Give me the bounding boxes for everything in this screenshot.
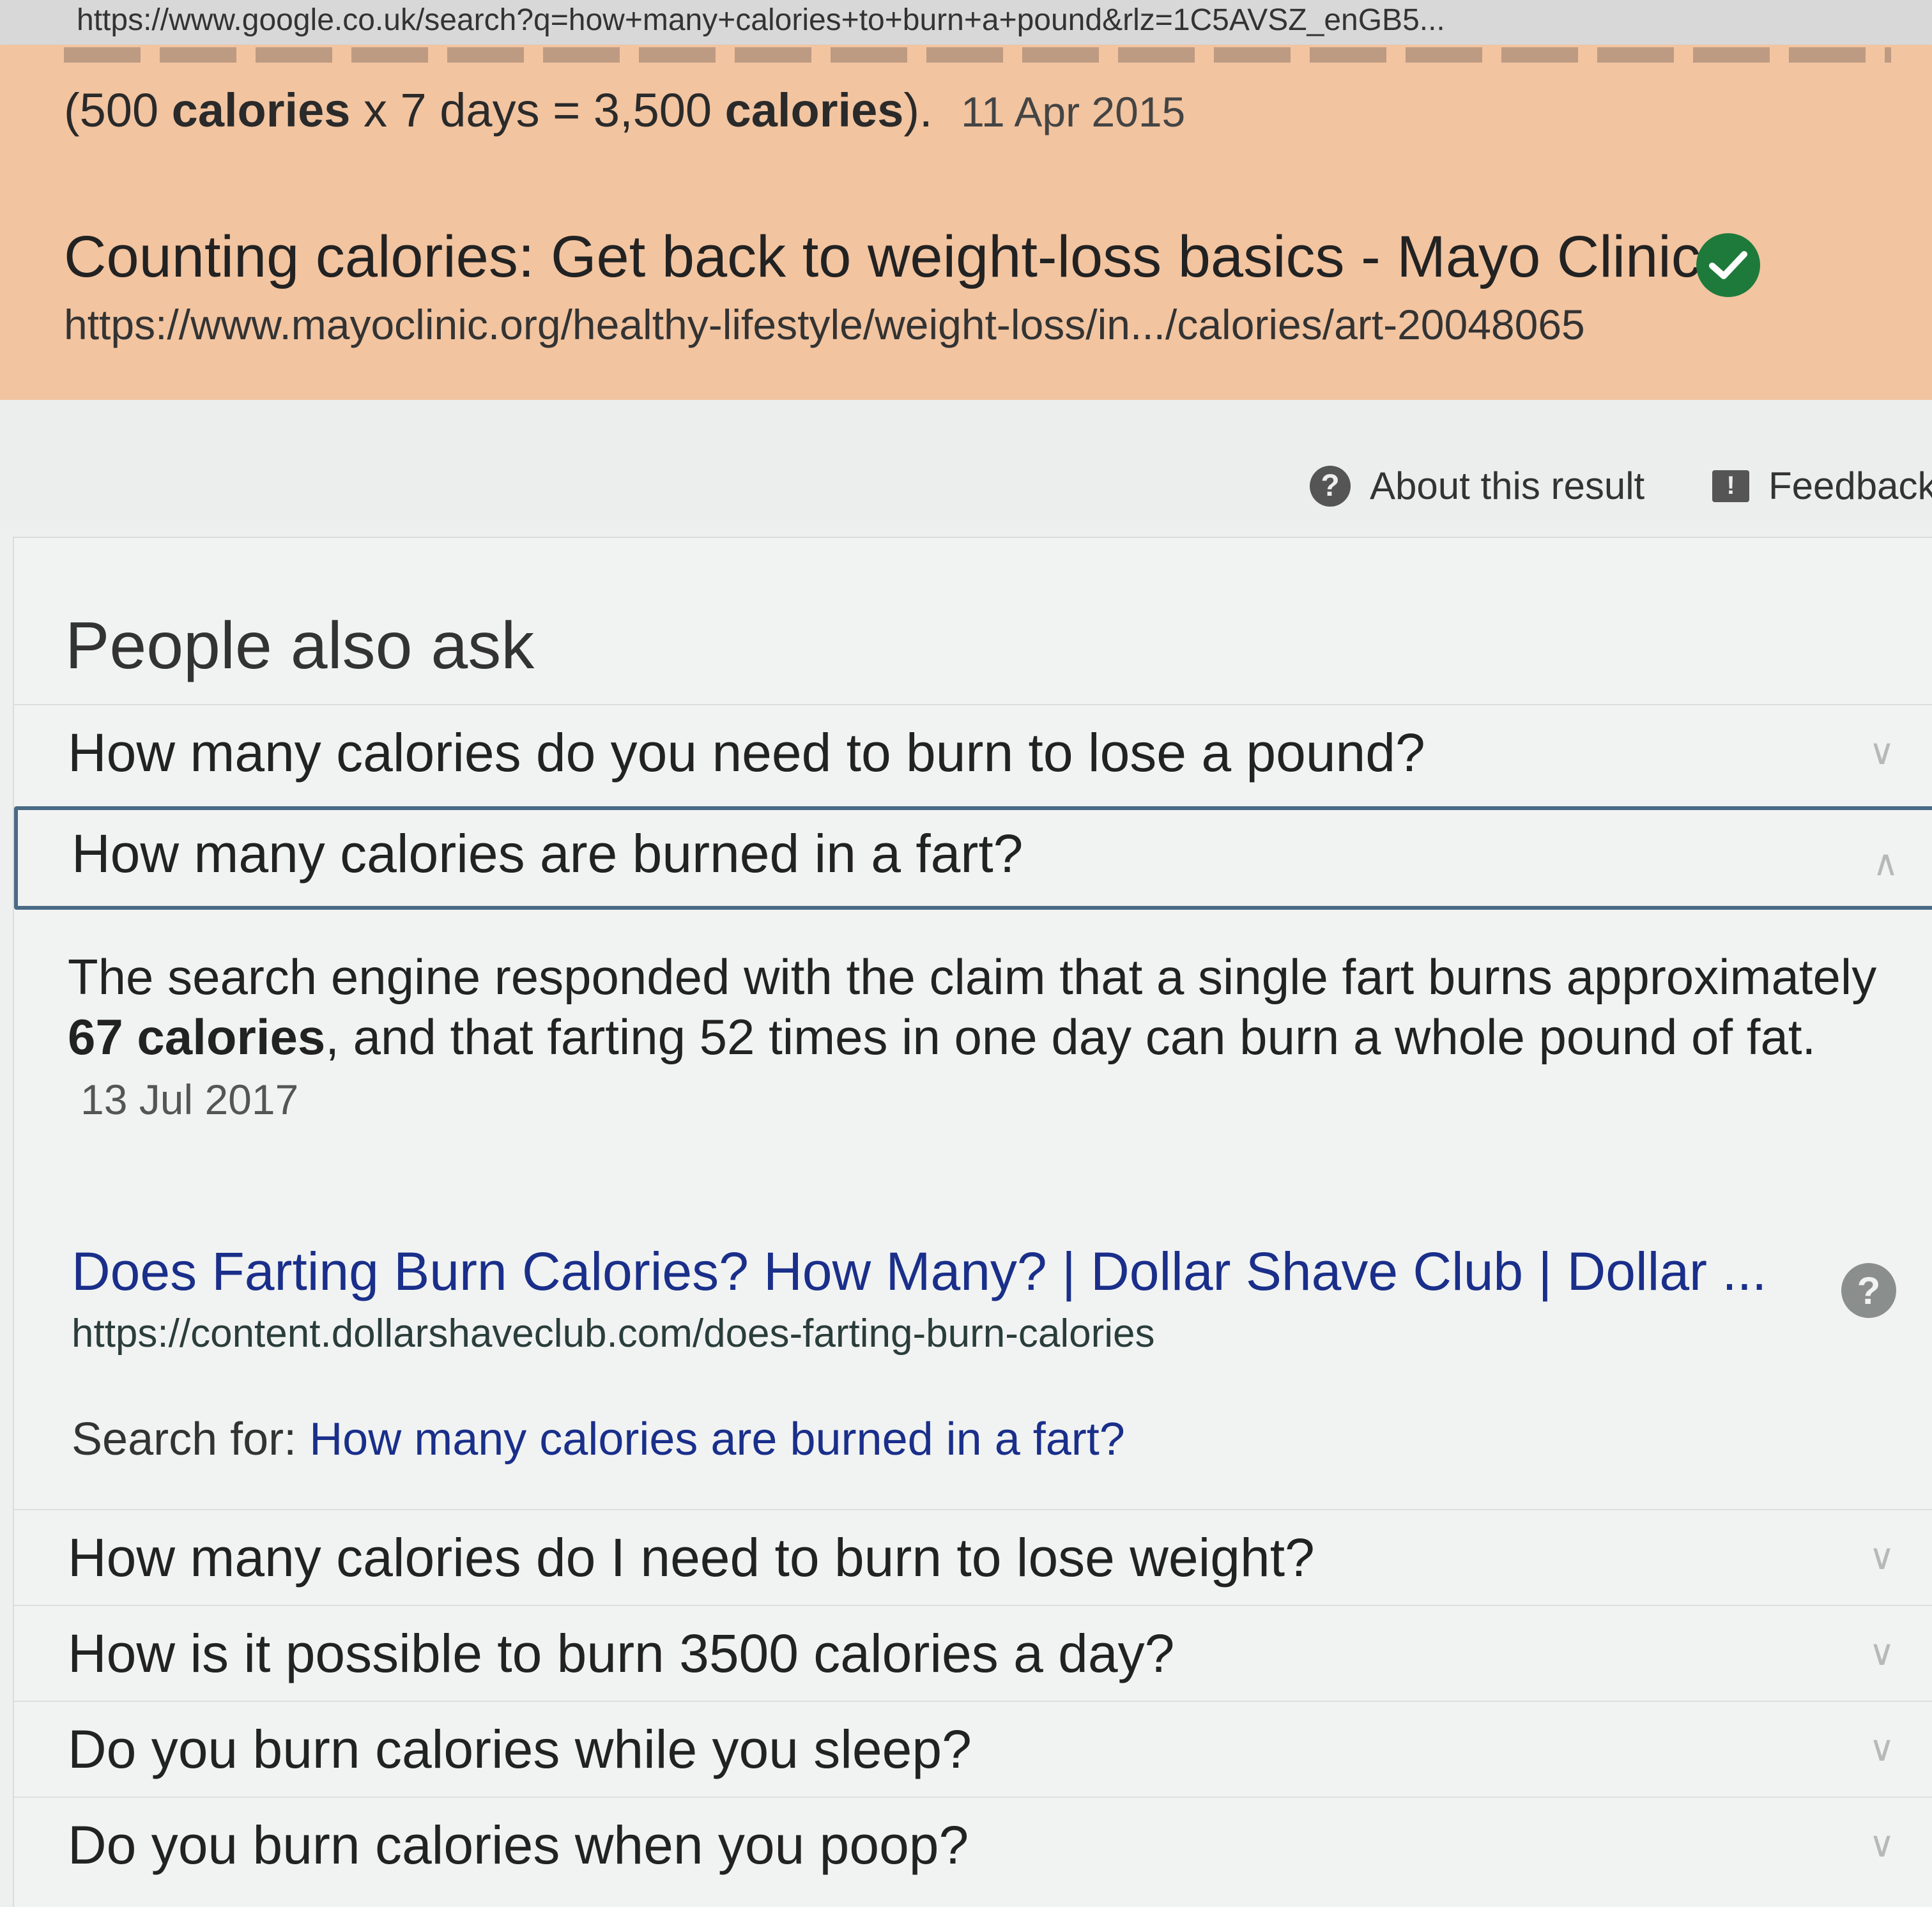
question-text: How many calories are burned in a fart? [72,823,1023,884]
answer-source-title-link[interactable]: Does Farting Burn Calories? How Many? | … [72,1241,1767,1303]
chevron-down-icon: ∨ [1869,731,1895,772]
search-for-link[interactable]: How many calories are burned in a fart? [309,1414,1125,1465]
answer-date: 13 Jul 2017 [80,1076,299,1123]
info-icon[interactable]: ? [1841,1263,1896,1318]
address-bar[interactable]: https://www.google.co.uk/search?q=how+ma… [0,0,1932,46]
question-text: How many calories do you need to burn to… [68,723,1425,783]
question-row-4[interactable]: How is it possible to burn 3500 calories… [14,1605,1932,1702]
url-text[interactable]: https://www.google.co.uk/search?q=how+ma… [77,3,1445,38]
snippet-url[interactable]: https://www.mayoclinic.org/healthy-lifes… [64,300,1585,349]
question-row-6[interactable]: Do you burn calories when you poop? ∨ [14,1796,1932,1894]
chevron-up-icon: ∧ [1873,843,1899,883]
question-text: Do you burn calories when you poop? [68,1815,969,1875]
feedback-icon: ! [1712,470,1749,502]
question-row-3[interactable]: How many calories do I need to burn to l… [14,1509,1932,1606]
chevron-down-icon: ∨ [1869,1536,1895,1577]
about-this-result-link[interactable]: ? About this result [1310,464,1644,508]
snippet-text: (500 calories x 7 days = 3,500 calories)… [64,84,1186,137]
question-row-2[interactable]: How many calories are burned in a fart? … [14,806,1932,910]
feedback-link[interactable]: ! Feedback [1712,464,1932,508]
featured-snippet: (500 calories x 7 days = 3,500 calories)… [0,45,1932,402]
section-title: People also ask [65,609,535,683]
question-row-5[interactable]: Do you burn calories while you sleep? ∨ [14,1701,1932,1798]
snippet-title-link[interactable]: Counting calories: Get back to weight-lo… [64,224,1701,291]
question-row-1[interactable]: How many calories do you need to burn to… [14,704,1932,801]
snippet-date: 11 Apr 2015 [961,88,1186,135]
question-circle-icon: ? [1310,465,1351,507]
question-text: How is it possible to burn 3500 calories… [68,1623,1175,1683]
check-circle-icon [1696,233,1760,297]
chevron-down-icon: ∨ [1869,1824,1895,1864]
search-for-row: Search for: How many calories are burned… [72,1414,1125,1465]
chevron-down-icon: ∨ [1869,1728,1895,1768]
question-text: Do you burn calories while you sleep? [68,1719,972,1779]
result-actions: ? About this result ! Feedback [0,400,1932,528]
people-also-ask: People also ask How many calories do you… [13,537,1932,1907]
answer-source-url[interactable]: https://content.dollarshaveclub.com/does… [72,1311,1155,1356]
chevron-down-icon: ∨ [1869,1632,1895,1673]
question-text: How many calories do I need to burn to l… [68,1528,1315,1588]
answer-text: The search engine responded with the cla… [68,949,1877,1123]
cropped-text-line [64,47,1891,63]
